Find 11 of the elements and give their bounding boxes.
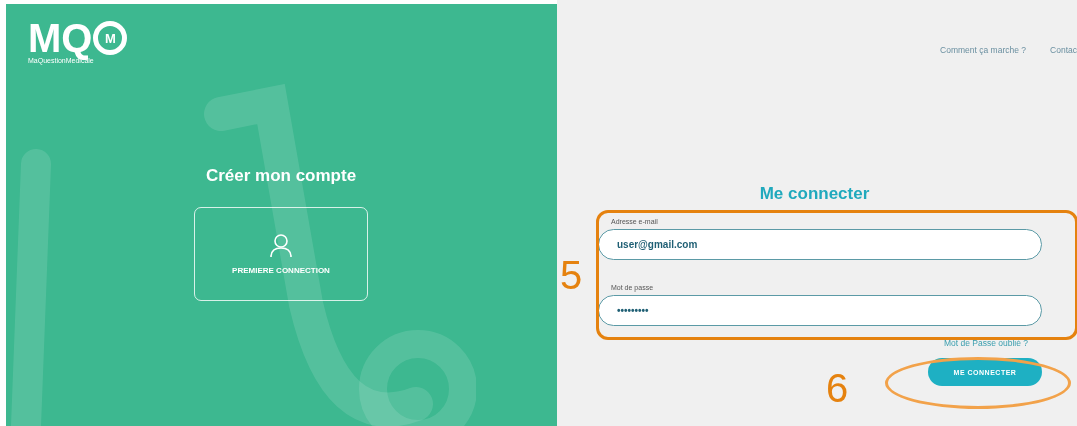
input-field[interactable]: •••••••••	[598, 295, 1042, 326]
nav-link[interactable]: Contac	[1050, 45, 1077, 59]
nav-link[interactable]: Comment ça marche ?	[940, 45, 1027, 59]
first-connection-button[interactable]: PREMIERE CONNECTION	[194, 207, 368, 301]
input-field[interactable]: user@gmail.com	[598, 229, 1042, 260]
login-heading: Me connecter	[759, 184, 870, 204]
logo-ring: M	[93, 21, 128, 55]
user-icon	[270, 233, 292, 258]
annotation-number: 5	[560, 255, 583, 295]
annotation-number: 6	[826, 368, 849, 408]
signup-heading: Créer mon compte	[205, 166, 357, 186]
